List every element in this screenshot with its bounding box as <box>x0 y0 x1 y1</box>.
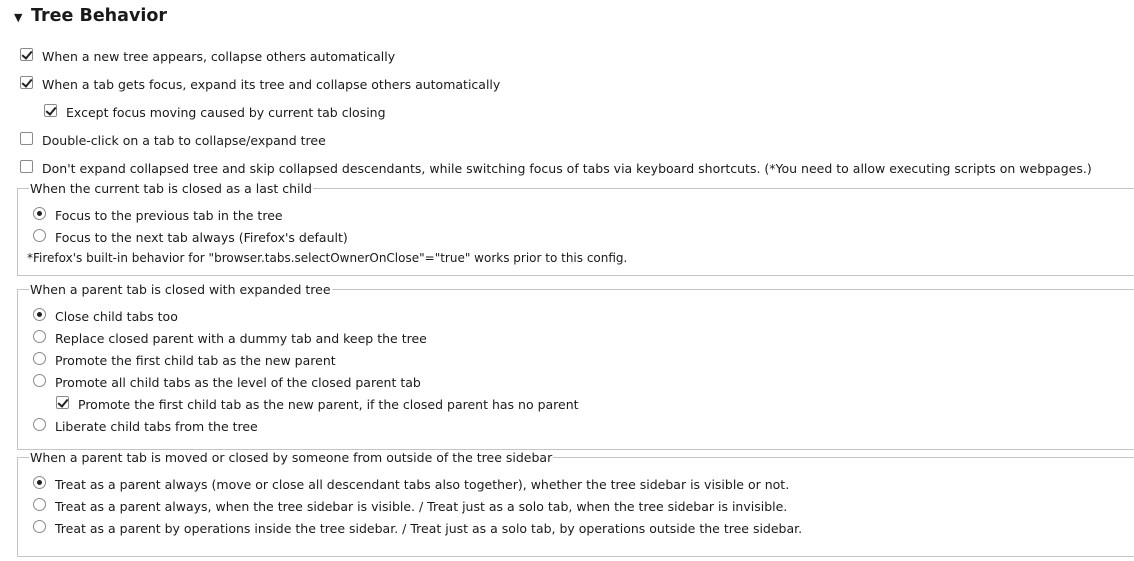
radio-option-close-children[interactable]: Close child tabs too <box>33 307 178 325</box>
radio-option-parent-when-visible[interactable]: Treat as a parent always, when the tree … <box>33 497 787 515</box>
checkbox-double-click-collapse[interactable] <box>20 131 33 145</box>
radio-label: Focus to the previous tab in the tree <box>55 207 283 223</box>
radio-option-parent-inside-sidebar[interactable]: Treat as a parent by operations inside t… <box>33 519 802 537</box>
radio-label: Treat as a parent by operations inside t… <box>55 520 803 536</box>
checkbox-collapse-others-new-tree[interactable] <box>20 47 33 61</box>
note-firefox-behavior: *Firefox's built-in behavior for "browse… <box>27 251 628 265</box>
radio-option-focus-next[interactable]: Focus to the next tab always (Firefox's … <box>33 228 348 246</box>
radio-option-parent-always[interactable]: Treat as a parent always (move or close … <box>33 475 789 493</box>
radio-label: Treat as a parent always (move or close … <box>55 476 790 492</box>
option-label: Double-click on a tab to collapse/expand… <box>42 132 326 148</box>
collapse-triangle-icon[interactable]: ▼ <box>14 11 28 24</box>
radio-parent-inside-sidebar[interactable] <box>33 519 46 533</box>
radio-option-focus-previous[interactable]: Focus to the previous tab in the tree <box>33 206 283 224</box>
checkbox-skip-collapsed-descendants[interactable] <box>20 159 33 173</box>
radio-option-liberate-children[interactable]: Liberate child tabs from the tree <box>33 417 258 435</box>
option-label: Promote the first child tab as the new p… <box>78 396 579 412</box>
radio-promote-all[interactable] <box>33 373 46 387</box>
radio-label: Promote all child tabs as the level of t… <box>55 374 421 390</box>
fieldset-legend: When a parent tab is closed with expande… <box>29 282 332 297</box>
radio-focus-next[interactable] <box>33 228 46 242</box>
radio-option-replace-dummy[interactable]: Replace closed parent with a dummy tab a… <box>33 329 427 347</box>
radio-replace-dummy[interactable] <box>33 329 46 343</box>
radio-parent-always[interactable] <box>33 475 46 489</box>
radio-liberate-children[interactable] <box>33 417 46 431</box>
radio-label: Liberate child tabs from the tree <box>55 418 258 434</box>
radio-close-children[interactable] <box>33 307 46 321</box>
section-header-tree-behavior[interactable]: ▼ Tree Behavior <box>14 4 167 28</box>
option-collapse-others-new-tree[interactable]: When a new tree appears, collapse others… <box>20 47 395 65</box>
fieldset-legend: When a parent tab is moved or closed by … <box>29 450 554 465</box>
fieldset-legend: When the current tab is closed as a last… <box>29 181 313 196</box>
option-double-click-collapse[interactable]: Double-click on a tab to collapse/expand… <box>20 131 326 149</box>
option-label: Don't expand collapsed tree and skip col… <box>42 160 1092 176</box>
radio-label: Focus to the next tab always (Firefox's … <box>55 229 348 245</box>
option-label: When a tab gets focus, expand its tree a… <box>42 76 501 92</box>
radio-parent-when-visible[interactable] <box>33 497 46 511</box>
checkbox-promote-first-if-root[interactable] <box>56 395 69 409</box>
checkbox-expand-on-focus[interactable] <box>20 75 33 89</box>
radio-label: Replace closed parent with a dummy tab a… <box>55 330 427 346</box>
radio-option-promote-first[interactable]: Promote the first child tab as the new p… <box>33 351 336 369</box>
radio-label: Treat as a parent always, when the tree … <box>55 498 788 514</box>
option-expand-on-focus[interactable]: When a tab gets focus, expand its tree a… <box>20 75 500 93</box>
option-label: Except focus moving caused by current ta… <box>66 104 386 120</box>
option-skip-collapsed-descendants[interactable]: Don't expand collapsed tree and skip col… <box>20 159 1092 177</box>
option-except-focus-closing[interactable]: Except focus moving caused by current ta… <box>44 103 386 121</box>
option-promote-first-if-root[interactable]: Promote the first child tab as the new p… <box>56 395 579 413</box>
radio-label: Promote the first child tab as the new p… <box>55 352 336 368</box>
radio-label: Close child tabs too <box>55 308 178 324</box>
radio-option-promote-all[interactable]: Promote all child tabs as the level of t… <box>33 373 421 391</box>
radio-focus-previous[interactable] <box>33 206 46 220</box>
checkbox-except-focus-closing[interactable] <box>44 103 57 117</box>
option-label: When a new tree appears, collapse others… <box>42 48 396 64</box>
radio-promote-first[interactable] <box>33 351 46 365</box>
section-title: Tree Behavior <box>31 6 168 26</box>
